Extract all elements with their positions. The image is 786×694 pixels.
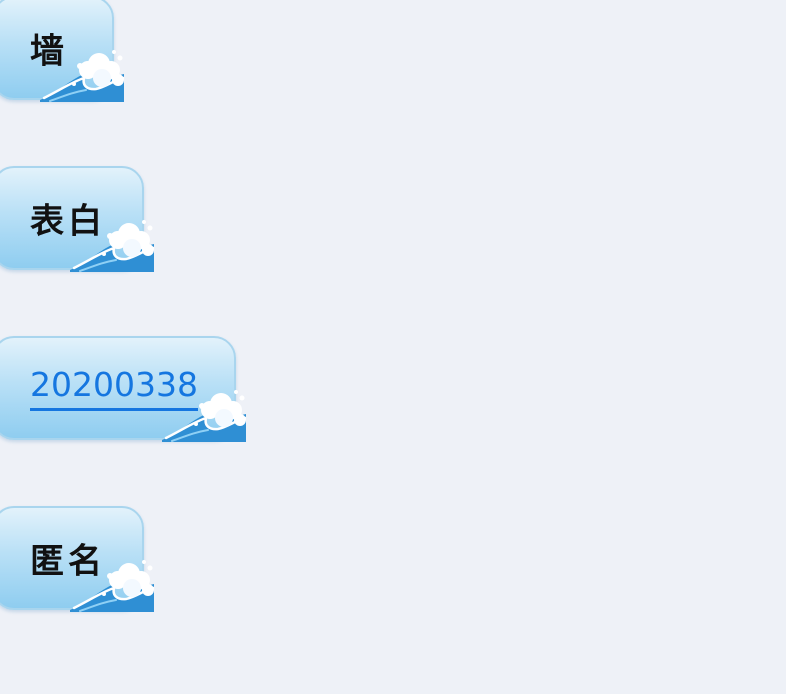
message-bubble[interactable]: 墙 [0, 0, 124, 102]
message-text: 表白 [30, 201, 106, 242]
message-link[interactable]: 20200338 [30, 365, 198, 411]
message-bubble[interactable]: 表白 [0, 166, 154, 272]
message-bubble[interactable]: 20200338 [0, 336, 246, 442]
message-text: 匿名 [30, 541, 106, 582]
message-bubble[interactable]: 匿名 [0, 506, 154, 612]
message-text: 墙 [30, 31, 68, 72]
